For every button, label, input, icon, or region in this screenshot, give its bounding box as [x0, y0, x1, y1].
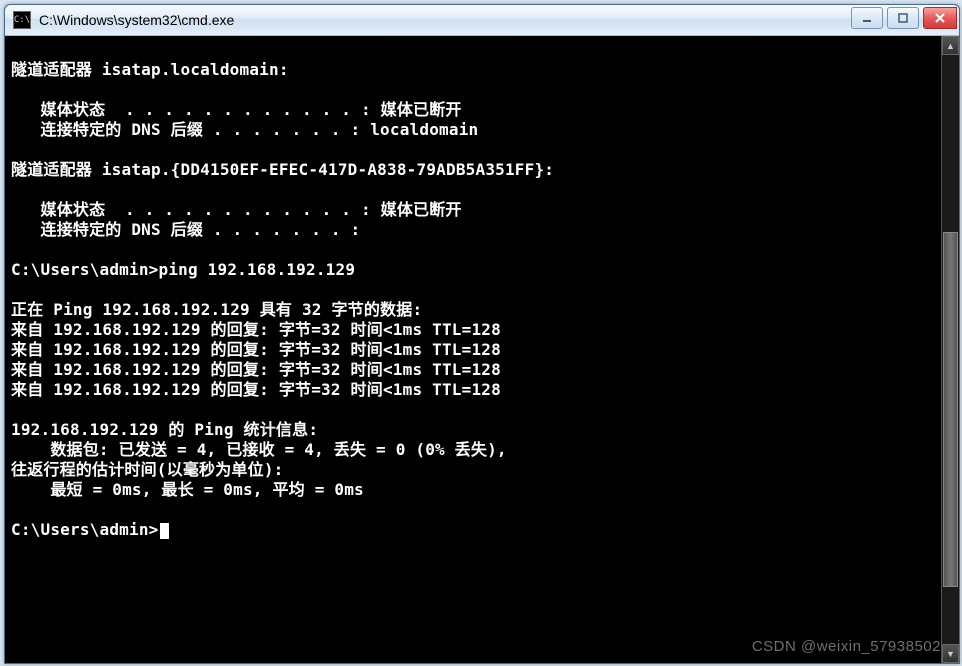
console-line: 连接特定的 DNS 后缀 . . . . . . . : localdomain: [11, 120, 935, 140]
console-line: 隧道适配器 isatap.{DD4150EF-EFEC-417D-A838-79…: [11, 160, 935, 180]
console-line: 来自 192.168.192.129 的回复: 字节=32 时间<1ms TTL…: [11, 340, 935, 360]
console-line: 隧道适配器 isatap.localdomain:: [11, 60, 935, 80]
console-line: [11, 240, 935, 260]
close-button[interactable]: [923, 7, 957, 29]
titlebar[interactable]: C:\ C:\Windows\system32\cmd.exe: [5, 5, 959, 36]
console-line: [11, 40, 935, 60]
window-controls: [851, 7, 957, 29]
console-line: 最短 = 0ms, 最长 = 0ms, 平均 = 0ms: [11, 480, 935, 500]
console-line: 192.168.192.129 的 Ping 统计信息:: [11, 420, 935, 440]
scroll-up-button[interactable]: ▲: [942, 36, 959, 55]
console-line: 连接特定的 DNS 后缀 . . . . . . . :: [11, 220, 935, 240]
minimize-button[interactable]: [851, 7, 883, 29]
console-line: 媒体状态 . . . . . . . . . . . . : 媒体已断开: [11, 200, 935, 220]
console-line: 媒体状态 . . . . . . . . . . . . : 媒体已断开: [11, 100, 935, 120]
console-line: 来自 192.168.192.129 的回复: 字节=32 时间<1ms TTL…: [11, 360, 935, 380]
window-title: C:\Windows\system32\cmd.exe: [39, 12, 234, 28]
scroll-down-button[interactable]: ▼: [942, 644, 959, 663]
console-line: [11, 400, 935, 420]
scroll-thumb[interactable]: [943, 232, 958, 587]
console-line: 来自 192.168.192.129 的回复: 字节=32 时间<1ms TTL…: [11, 320, 935, 340]
console-area: 隧道适配器 isatap.localdomain: 媒体状态 . . . . .…: [5, 36, 959, 663]
minimize-icon: [862, 13, 872, 23]
console-line: [11, 140, 935, 160]
app-icon: C:\: [13, 11, 31, 29]
console-output[interactable]: 隧道适配器 isatap.localdomain: 媒体状态 . . . . .…: [5, 36, 941, 663]
console-line: C:\Users\admin>: [11, 520, 935, 540]
console-line: [11, 180, 935, 200]
console-line: 往返行程的估计时间(以毫秒为单位):: [11, 460, 935, 480]
console-line: [11, 80, 935, 100]
cmd-window: C:\ C:\Windows\system32\cmd.exe 隧道适配器 is…: [4, 4, 960, 664]
close-icon: [935, 13, 945, 23]
console-line: 正在 Ping 192.168.192.129 具有 32 字节的数据:: [11, 300, 935, 320]
console-line: [11, 500, 935, 520]
text-cursor: [160, 523, 169, 539]
console-line: [11, 280, 935, 300]
console-line: 来自 192.168.192.129 的回复: 字节=32 时间<1ms TTL…: [11, 380, 935, 400]
console-line: C:\Users\admin>ping 192.168.192.129: [11, 260, 935, 280]
vertical-scrollbar[interactable]: ▲ ▼: [941, 36, 959, 663]
maximize-button[interactable]: [887, 7, 919, 29]
maximize-icon: [898, 13, 908, 23]
scroll-track[interactable]: [942, 55, 959, 644]
console-line: 数据包: 已发送 = 4, 已接收 = 4, 丢失 = 0 (0% 丢失),: [11, 440, 935, 460]
